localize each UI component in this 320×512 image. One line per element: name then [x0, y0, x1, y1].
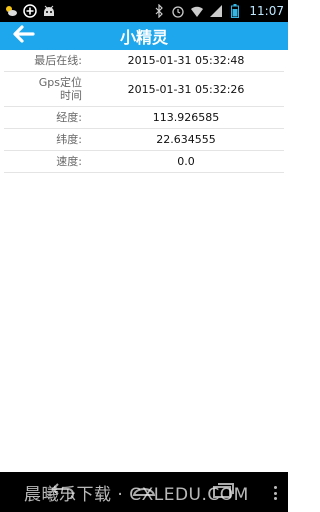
- back-arrow-icon: [11, 24, 35, 48]
- info-label: 纬度:: [56, 133, 82, 146]
- info-row-gps-time: Gps定位时间 2015-01-31 05:32:26: [4, 72, 284, 107]
- status-right-icons: 11:07: [152, 4, 284, 18]
- info-row-speed: 速度: 0.0: [4, 151, 284, 173]
- battery-icon: [228, 4, 242, 18]
- clock-time: 11:07: [249, 4, 284, 18]
- wifi-icon: [190, 4, 204, 18]
- info-label: 速度:: [56, 155, 82, 168]
- info-label: 经度:: [56, 111, 82, 124]
- page-title: 小精灵: [119, 28, 168, 47]
- nav-back-button[interactable]: [48, 480, 78, 504]
- android-icon: [42, 4, 56, 18]
- status-left-icons: [4, 4, 56, 18]
- info-value: 2015-01-31 05:32:26: [127, 82, 245, 96]
- info-value: 0.0: [177, 155, 195, 168]
- back-button[interactable]: [10, 24, 36, 48]
- info-value: 113.926585: [152, 111, 220, 124]
- app-header: 小精灵: [0, 22, 288, 50]
- info-row-latitude: 纬度: 22.634555: [4, 129, 284, 151]
- status-bar: 11:07: [0, 0, 288, 22]
- nav-home-button[interactable]: [129, 480, 159, 504]
- weather-icon: [4, 4, 18, 18]
- nav-home-icon: [131, 481, 157, 503]
- alarm-icon: [171, 4, 185, 18]
- bluetooth-icon: [152, 4, 166, 18]
- navigation-bar: [0, 472, 288, 512]
- nav-recents-icon: [210, 481, 236, 503]
- info-row-last-online: 最后在线: 2015-01-31 05:32:48: [4, 50, 284, 72]
- info-label: 最后在线:: [34, 54, 82, 67]
- info-row-longitude: 经度: 113.926585: [4, 107, 284, 129]
- info-value: 22.634555: [156, 133, 216, 146]
- info-label: Gps定位时间: [38, 76, 82, 102]
- nav-back-icon: [50, 481, 76, 503]
- add-icon: [23, 4, 37, 18]
- nav-overflow-menu-icon[interactable]: [272, 486, 278, 500]
- device-info-list: 最后在线: 2015-01-31 05:32:48 Gps定位时间 2015-0…: [0, 50, 288, 173]
- signal-icon: [209, 4, 223, 18]
- info-value: 2015-01-31 05:32:48: [127, 54, 245, 67]
- nav-recents-button[interactable]: [208, 480, 238, 504]
